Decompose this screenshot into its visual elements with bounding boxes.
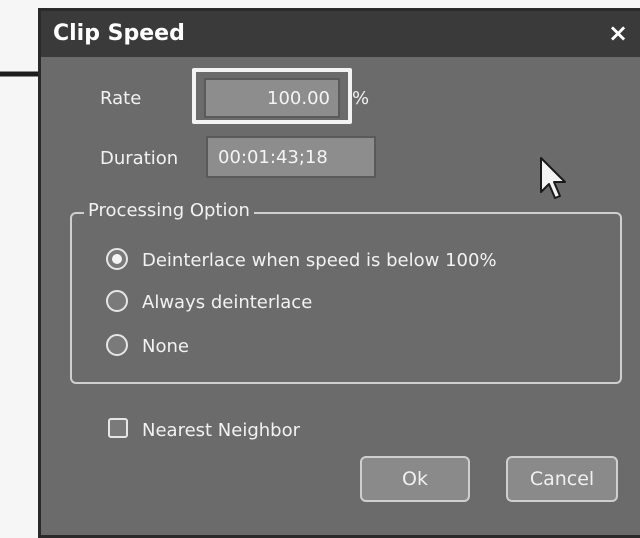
radio-label-deinterlace-below-100[interactable]: Deinterlace when speed is below 100% [142,250,497,271]
radio-label-none[interactable]: None [142,336,189,357]
processing-option-legend: Processing Option [84,200,254,221]
mouse-cursor-icon [540,157,566,199]
radio-always-deinterlace[interactable] [106,290,128,312]
nearest-neighbor-checkbox[interactable] [108,418,128,438]
rate-unit: % [352,88,370,109]
cancel-button[interactable]: Cancel [506,456,618,502]
title-bar: Clip Speed × [41,11,640,57]
dialog-title: Clip Speed [53,21,185,46]
rate-label: Rate [100,88,142,109]
nearest-neighbor-label[interactable]: Nearest Neighbor [142,420,300,441]
radio-deinterlace-below-100[interactable] [106,248,128,270]
ok-button[interactable]: Ok [360,456,470,502]
radio-none[interactable] [106,334,128,356]
radio-label-always-deinterlace[interactable]: Always deinterlace [142,292,312,313]
duration-label: Duration [100,148,179,169]
rate-input[interactable]: 100.00 [204,78,340,118]
close-icon[interactable]: × [605,19,631,47]
duration-field[interactable]: 00:01:43;18 [206,136,376,178]
